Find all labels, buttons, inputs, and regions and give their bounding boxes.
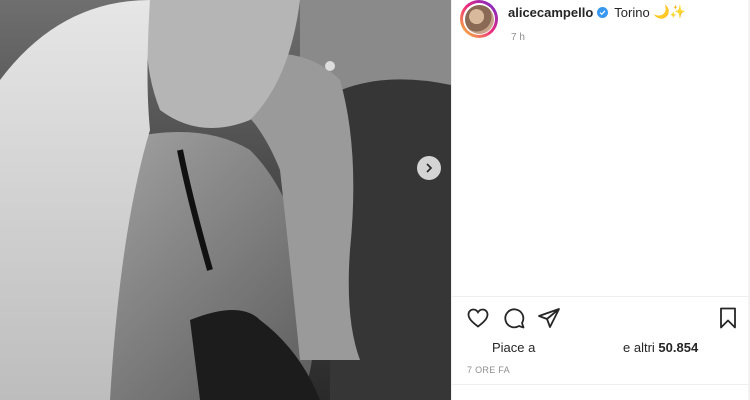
divider [452, 384, 750, 385]
avatar-ring-inner [463, 3, 495, 35]
likes-prefix: Piace a [492, 340, 536, 355]
post-time-ago[interactable]: 7 ORE FA [467, 365, 510, 375]
post-header: alicecampello Torino 🌙✨ [508, 4, 686, 20]
location-emoji: 🌙✨ [653, 4, 687, 19]
location-link[interactable]: Torino [614, 5, 649, 20]
bookmark-icon[interactable] [716, 306, 740, 330]
divider [452, 296, 750, 297]
avatar-image [464, 4, 494, 34]
avatar[interactable] [460, 0, 498, 38]
comment-icon[interactable] [502, 306, 526, 330]
verified-badge-icon [597, 6, 609, 18]
likes-count: 50.854 [658, 340, 699, 355]
likes-count-line[interactable]: e altri 50.854 [623, 340, 698, 355]
post-sidebar: alicecampello Torino 🌙✨ 7 h Piace a e al… [451, 0, 750, 400]
action-bar [466, 306, 742, 332]
username-link[interactable]: alicecampello [508, 5, 593, 20]
post-time-short[interactable]: 7 h [511, 32, 525, 43]
post-photo[interactable] [0, 0, 451, 400]
heart-icon[interactable] [466, 306, 490, 330]
next-slide-button[interactable] [417, 156, 441, 180]
likes-suffix-text: e altri [623, 340, 659, 355]
photo-image [0, 0, 451, 400]
paper-plane-icon[interactable] [537, 306, 561, 330]
chevron-right-icon [426, 163, 433, 173]
